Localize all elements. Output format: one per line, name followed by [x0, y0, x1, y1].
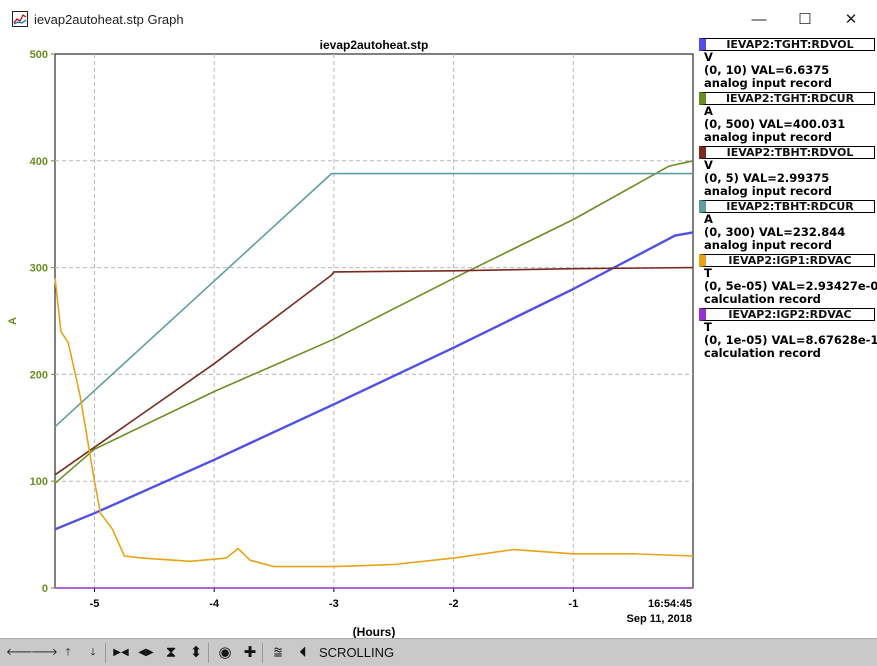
x-tick-label: -2 — [449, 598, 459, 610]
autoscale-button[interactable]: ⩰ — [267, 642, 289, 664]
minimize-button[interactable]: — — [736, 4, 782, 34]
toolbar: 🡐 🡒 🡑 🡓 ▶◀ ◀▶ ⧗ ⬍ ◉ ✚ ⩰ ⏴ SCROLLING — [0, 638, 877, 666]
legend-entry-name[interactable]: IEVAP2:IGP1:RDVAC — [699, 254, 875, 267]
x-axis-label: (Hours) — [353, 625, 396, 638]
graph-window: ievap2autoheat.stp Graph — ☐ ✕ ievap2aut… — [0, 0, 877, 666]
legend-entry-name[interactable]: IEVAP2:TGHT:RDCUR — [699, 92, 875, 105]
time-label: 16:54:45 — [648, 598, 692, 610]
x-tick-label: -4 — [209, 598, 220, 610]
scroll-right-button[interactable]: 🡒 — [31, 642, 58, 664]
legend-entry[interactable]: IEVAP2:TBHT:RDCUR A (0, 300) VAL=232.844 an… — [699, 200, 875, 252]
y-tick-label: 400 — [30, 156, 48, 168]
zoom-y-in-button[interactable]: ⧗ — [160, 642, 182, 664]
legend-entry[interactable]: IEVAP2:TBHT:RDVOL V (0, 5) VAL=2.99375 anal… — [699, 146, 875, 198]
legend-entry-type: calculation record — [704, 292, 821, 306]
legend-entry-name[interactable]: IEVAP2:TBHT:RDCUR — [699, 200, 875, 213]
legend-entry-type: analog input record — [704, 130, 832, 144]
legend-entry-type: analog input record — [704, 184, 832, 198]
plot-frame — [54, 53, 694, 589]
legend-entry-type: analog input record — [704, 238, 832, 252]
legend-entry[interactable]: IEVAP2:TGHT:RDCUR A (0, 500) VAL=400.031 an… — [699, 92, 875, 144]
scrolling-status: SCROLLING — [319, 645, 395, 660]
scrolling-toggle-button[interactable]: ⏴ — [292, 642, 314, 664]
zoom-x-out-button[interactable]: ◀▶ — [135, 642, 157, 664]
zoom-y-out-button[interactable]: ⬍ — [185, 642, 207, 664]
legend-entry-name[interactable]: IEVAP2:TBHT:RDVOL — [699, 146, 875, 159]
x-tick-label: -1 — [568, 598, 578, 610]
y-axis-label: A — [7, 317, 19, 325]
scroll-down-button[interactable]: 🡓 — [82, 642, 104, 664]
zoom-x-in-button[interactable]: ▶◀ — [110, 642, 132, 664]
close-button[interactable]: ✕ — [828, 4, 874, 34]
date-label: Sep 11, 2018 — [627, 613, 692, 625]
y-tick-label: 500 — [30, 49, 48, 61]
scroll-up-button[interactable]: 🡑 — [57, 642, 79, 664]
y-tick-label: 0 — [42, 583, 48, 595]
chart-title: ievap2autoheat.stp — [320, 38, 429, 52]
y-tick-label: 100 — [30, 476, 48, 488]
y-tick-label: 200 — [30, 369, 48, 381]
title-bar[interactable]: ievap2autoheat.stp Graph — ☐ ✕ — [0, 0, 877, 38]
legend-entry-type: analog input record — [704, 76, 832, 90]
toolbar-separator — [262, 643, 263, 663]
x-tick-label: -5 — [90, 598, 100, 610]
legend-entry-name[interactable]: IEVAP2:IGP2:RDVAC — [699, 308, 875, 321]
scroll-left-button[interactable]: 🡐 — [6, 642, 33, 664]
maximize-button[interactable]: ☐ — [782, 4, 828, 34]
legend-entry[interactable]: IEVAP2:IGP2:RDVAC T (0, 1e-05) VAL=8.67628… — [699, 308, 877, 360]
plot-area[interactable]: ievap2autoheat.stp 0 100 200 300 400 500 -5 -4 -3… — [0, 38, 877, 638]
y-tick-label: 300 — [30, 263, 48, 275]
graph-app-icon — [12, 11, 28, 27]
window-title: ievap2autoheat.stp Graph — [34, 12, 184, 27]
add-button[interactable]: ✚ — [239, 642, 261, 664]
toolbar-separator — [208, 643, 209, 663]
x-tick-label: -3 — [329, 598, 339, 610]
legend-entry-type: calculation record — [704, 346, 821, 360]
reset-button[interactable]: ◉ — [214, 642, 236, 664]
toolbar-separator — [105, 643, 106, 663]
legend-entry[interactable]: IEVAP2:TGHT:RDVOL V (0, 10) VAL=6.6375 anal… — [699, 38, 875, 90]
legend-entry[interactable]: IEVAP2:IGP1:RDVAC T (0, 5e-05) VAL=2.93427… — [699, 254, 877, 306]
legend-entry-name[interactable]: IEVAP2:TGHT:RDVOL — [699, 38, 875, 51]
